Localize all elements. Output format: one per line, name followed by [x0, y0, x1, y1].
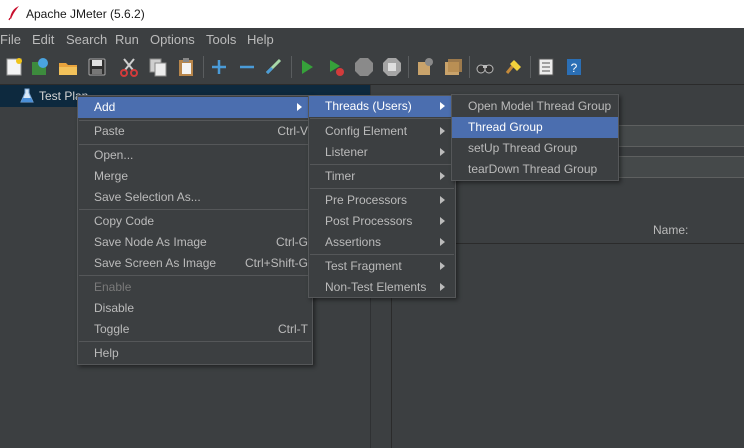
- clear-icon[interactable]: [414, 56, 436, 78]
- threads-submenu: Open Model Thread Group Thread Group set…: [451, 94, 619, 181]
- menu-edit[interactable]: Edit: [32, 32, 54, 47]
- menu-item-pre-processors[interactable]: Pre Processors: [309, 190, 455, 211]
- templates-icon[interactable]: [29, 56, 51, 78]
- clear-all-icon[interactable]: [442, 56, 464, 78]
- menu-item-enable: Enable: [94, 280, 132, 294]
- chevron-right-icon: [440, 238, 445, 246]
- chevron-right-icon: [297, 103, 302, 111]
- menu-item-threads[interactable]: Threads (Users): [309, 96, 455, 117]
- comments-field[interactable]: [618, 156, 744, 178]
- menu-item-save-screen-image[interactable]: Save Screen As Image Ctrl+Shift-G: [78, 253, 312, 274]
- chevron-right-icon: [440, 102, 445, 110]
- menu-search[interactable]: Search: [66, 32, 107, 47]
- menu-item-timer[interactable]: Timer: [309, 166, 455, 187]
- chevron-right-icon: [440, 283, 445, 291]
- menu-options[interactable]: Options: [150, 32, 195, 47]
- flask-icon: [20, 88, 34, 103]
- menu-divider: [79, 341, 311, 342]
- cut-icon[interactable]: [118, 56, 140, 78]
- function-helper-icon[interactable]: [535, 56, 557, 78]
- copy-icon[interactable]: [147, 56, 169, 78]
- menu-item-disable[interactable]: Disable: [78, 298, 312, 319]
- menu-item-test-fragment[interactable]: Test Fragment: [309, 256, 455, 277]
- toolbar: ?: [0, 50, 744, 85]
- context-menu: Add Paste Ctrl-V Open... Merge Save Selec…: [77, 95, 313, 365]
- chevron-right-icon: [440, 262, 445, 270]
- menu-item-copy-code[interactable]: Copy Code: [78, 211, 312, 232]
- toggle-icon[interactable]: [263, 56, 285, 78]
- menu-item-open-model-thread-group[interactable]: Open Model Thread Group: [452, 96, 618, 117]
- menu-divider: [310, 188, 454, 189]
- menu-item-add[interactable]: Add: [78, 97, 312, 118]
- menu-divider: [310, 164, 454, 165]
- menu-divider: [310, 118, 454, 119]
- chevron-right-icon: [440, 172, 445, 180]
- save-icon[interactable]: [86, 56, 108, 78]
- toolbar-separator: [291, 56, 292, 78]
- svg-text:?: ?: [571, 61, 578, 75]
- title-bar: Apache JMeter (5.6.2): [0, 0, 744, 28]
- start-no-timers-icon[interactable]: [325, 56, 347, 78]
- name-column-header: Name:: [653, 223, 689, 237]
- menu-item-toggle[interactable]: Toggle Ctrl-T: [78, 319, 312, 340]
- toolbar-separator: [203, 56, 204, 78]
- menu-divider: [310, 254, 454, 255]
- shutdown-icon[interactable]: [381, 56, 403, 78]
- menu-item-teardown-thread-group[interactable]: tearDown Thread Group: [452, 159, 618, 180]
- name-field[interactable]: [618, 125, 744, 147]
- stop-icon[interactable]: [353, 56, 375, 78]
- chevron-right-icon: [440, 127, 445, 135]
- menu-tools[interactable]: Tools: [206, 32, 236, 47]
- menu-item-non-test-elements[interactable]: Non-Test Elements: [309, 277, 455, 298]
- menu-item-merge[interactable]: Merge: [78, 166, 312, 187]
- toolbar-separator: [469, 56, 470, 78]
- menu-item-post-processors[interactable]: Post Processors: [309, 211, 455, 232]
- add-submenu: Threads (Users) Config Element Listener …: [308, 95, 456, 298]
- menu-help[interactable]: Help: [247, 32, 274, 47]
- toolbar-separator: [408, 56, 409, 78]
- help-icon[interactable]: ?: [563, 56, 585, 78]
- start-icon[interactable]: [296, 56, 318, 78]
- chevron-right-icon: [440, 217, 445, 225]
- menu-item-listener[interactable]: Listener: [309, 142, 455, 163]
- toolbar-separator: [530, 56, 531, 78]
- menu-run[interactable]: Run: [115, 32, 139, 47]
- menu-bar: File Edit Search Run Options Tools Help: [0, 28, 744, 50]
- jmeter-feather-icon: [8, 6, 19, 21]
- reset-search-icon[interactable]: [502, 56, 524, 78]
- menu-item-save-selection[interactable]: Save Selection As...: [78, 187, 312, 208]
- paste-icon[interactable]: [175, 56, 197, 78]
- menu-divider: [79, 275, 311, 276]
- menu-file[interactable]: File: [0, 32, 21, 47]
- expand-all-icon[interactable]: [208, 56, 230, 78]
- window-title: Apache JMeter (5.6.2): [26, 7, 145, 21]
- menu-item-thread-group[interactable]: Thread Group: [452, 117, 618, 138]
- menu-item-setup-thread-group[interactable]: setUp Thread Group: [452, 138, 618, 159]
- menu-item-open[interactable]: Open...: [78, 145, 312, 166]
- search-icon[interactable]: [474, 56, 496, 78]
- menu-divider: [79, 209, 311, 210]
- menu-item-config-element[interactable]: Config Element: [309, 121, 455, 142]
- chevron-right-icon: [440, 196, 445, 204]
- menu-item-assertions[interactable]: Assertions: [309, 232, 455, 253]
- menu-item-paste[interactable]: Paste Ctrl-V: [78, 121, 312, 142]
- new-icon[interactable]: [3, 56, 25, 78]
- menu-item-help[interactable]: Help: [78, 343, 312, 364]
- chevron-right-icon: [440, 148, 445, 156]
- open-icon[interactable]: [57, 56, 79, 78]
- menu-item-save-node-image[interactable]: Save Node As Image Ctrl-G: [78, 232, 312, 253]
- collapse-all-icon[interactable]: [236, 56, 258, 78]
